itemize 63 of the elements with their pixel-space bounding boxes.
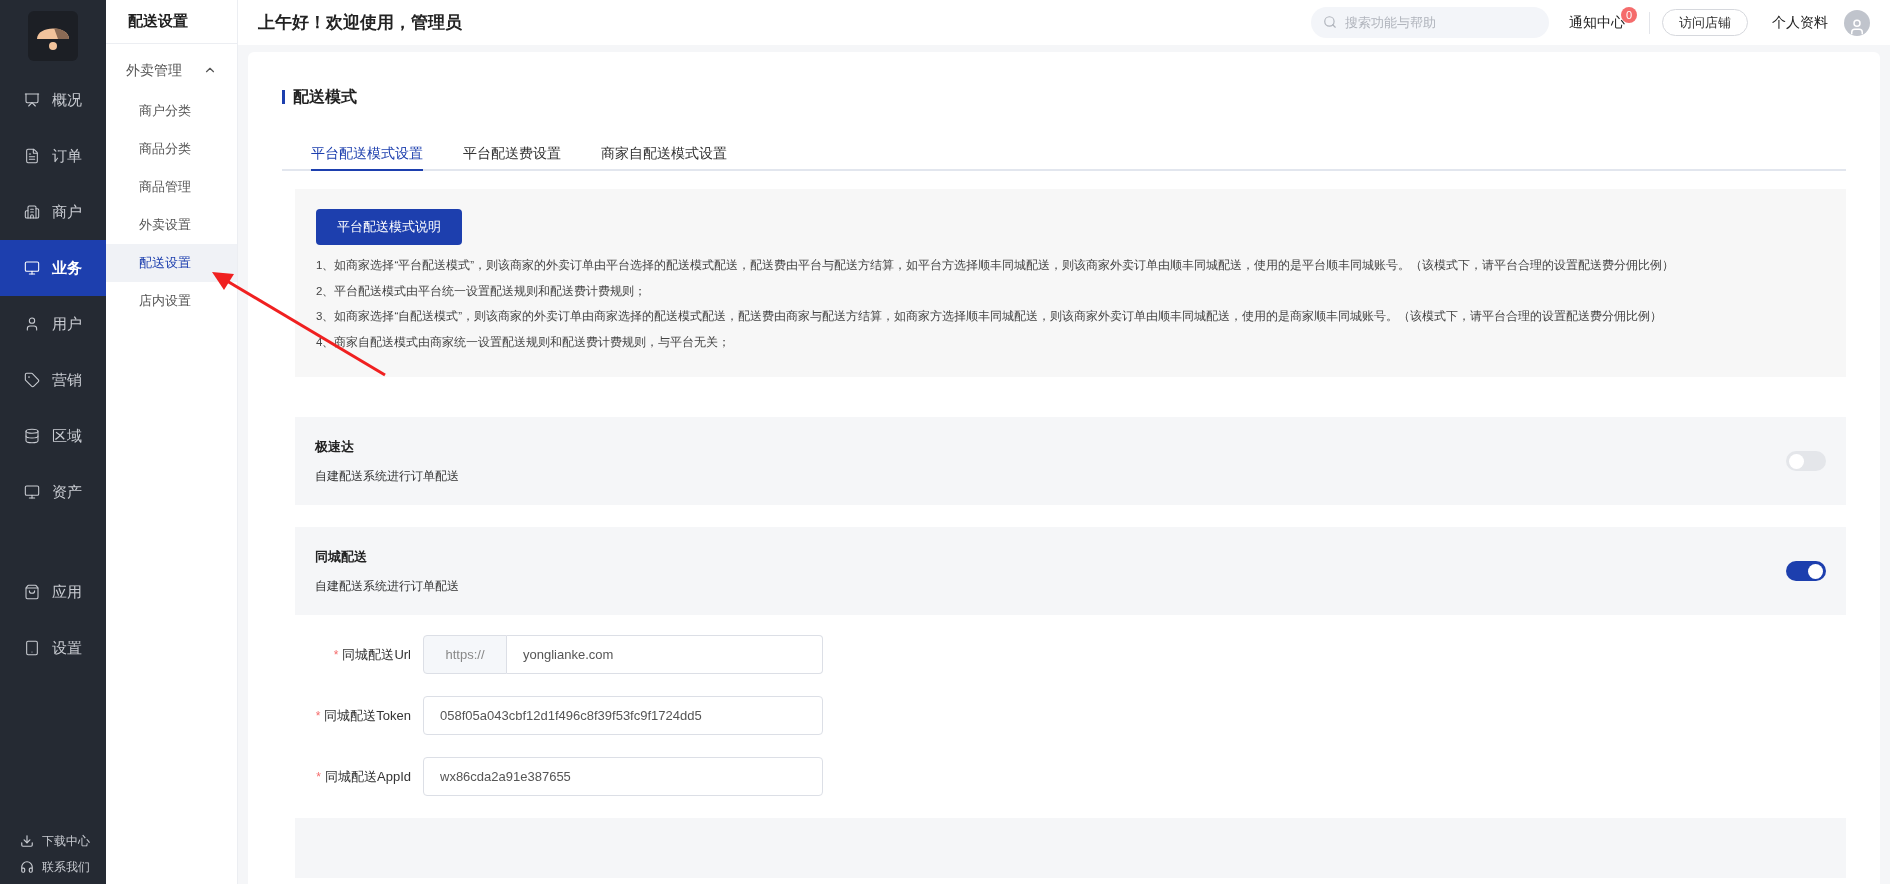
field-label: 同城配送AppId bbox=[325, 767, 411, 786]
greeting: 上午好！欢迎使用，管理员 bbox=[258, 11, 462, 34]
avatar[interactable] bbox=[1844, 9, 1870, 36]
search-icon bbox=[1322, 15, 1337, 29]
presentation-board-icon bbox=[24, 92, 40, 108]
profile-link[interactable]: 个人资料 bbox=[1772, 12, 1828, 33]
mode-info-button[interactable]: 平台配送模式说明 bbox=[316, 209, 462, 245]
submenu-item[interactable]: 外卖设置 bbox=[106, 206, 237, 244]
tag-icon bbox=[24, 372, 40, 388]
service-name: 同城配送 bbox=[315, 548, 368, 567]
building-icon bbox=[24, 204, 40, 220]
submenu-item[interactable]: 商品分类 bbox=[106, 130, 237, 168]
monitor-icon bbox=[24, 260, 40, 276]
toggle-switch[interactable] bbox=[1786, 561, 1826, 581]
tablet-icon bbox=[24, 640, 40, 656]
download-icon bbox=[20, 834, 34, 848]
input-field[interactable]: yonglianke.com bbox=[507, 635, 823, 674]
info-text: 3、如商家选择“自配送模式”，则该商家的外卖订单由商家选择的配送模式配送，配送费由商家与配送方结算，如商家方选择顺丰同城配送，则该商家外卖订单由顺丰同城配送，使用的是商家顺丰同城账号。（该模式下，请平台合理的设置配送费分佣比例） bbox=[316, 309, 1664, 324]
nav-item[interactable]: 业务 bbox=[0, 240, 106, 296]
database-icon bbox=[24, 428, 40, 444]
menu-group[interactable]: 外卖管理 bbox=[106, 48, 237, 92]
nav-item[interactable]: 用户 bbox=[0, 296, 106, 352]
footer-link[interactable]: 下载中心 bbox=[0, 828, 106, 854]
submenu-item[interactable]: 配送设置 bbox=[106, 244, 237, 282]
mushroom-logo-icon bbox=[28, 11, 78, 61]
nav-item[interactable]: 资产 bbox=[0, 464, 106, 520]
required-asterisk: * bbox=[315, 707, 321, 725]
input-field[interactable]: 058f05a043cbf12d1f496c8f39f53fc9f1724dd5 bbox=[423, 696, 823, 735]
nav-item[interactable]: 区域 bbox=[0, 408, 106, 464]
info-text: 2、平台配送模式由平台统一设置配送规则和配送费计费规则； bbox=[316, 283, 648, 299]
required-asterisk: * bbox=[333, 646, 339, 664]
submenu-item[interactable]: 商户分类 bbox=[106, 92, 237, 130]
nav-item[interactable]: 应用 bbox=[0, 564, 106, 620]
toggle-switch[interactable] bbox=[1786, 451, 1826, 471]
info-text: 1、如商家选择“平台配送模式”，则该商家的外卖订单由平台选择的配送模式配送，配送费由平台与配送方结算，如平台方选择顺丰同城配送，则该商家外卖订单由顺丰同城配送，使用的是平台顺丰同城账号。（该模式下，请平台合理的设置配送费分佣比例） bbox=[316, 258, 1676, 273]
required-asterisk: * bbox=[316, 768, 321, 786]
nav-item[interactable]: 订单 bbox=[0, 128, 106, 184]
tab[interactable]: 平台配送模式设置 bbox=[311, 137, 423, 171]
section-title: 配送模式 bbox=[293, 87, 357, 107]
document-icon bbox=[24, 148, 40, 164]
user-icon bbox=[24, 316, 40, 332]
nav-item[interactable]: 商户 bbox=[0, 184, 106, 240]
input-field[interactable]: wx86cda2a91e387655 bbox=[423, 757, 823, 796]
nav-item[interactable]: 营销 bbox=[0, 352, 106, 408]
url-prefix: https:// bbox=[423, 635, 507, 674]
service-description: 自建配送系统进行订单配送 bbox=[315, 577, 459, 595]
headphones-icon bbox=[20, 860, 34, 874]
search-field[interactable]: 搜索功能与帮助 bbox=[1310, 7, 1549, 38]
user-silhouette-icon bbox=[1848, 17, 1866, 36]
field-label: 同城配送Token bbox=[324, 706, 411, 725]
monitor-icon bbox=[24, 484, 40, 500]
nav-item[interactable]: 设置 bbox=[0, 620, 106, 676]
field-label: 同城配送Url bbox=[342, 645, 411, 664]
sub-sidebar-title: 配送设置 bbox=[106, 0, 237, 44]
tab[interactable]: 商家自配送模式设置 bbox=[601, 137, 727, 171]
service-name: 极速达 bbox=[315, 438, 355, 457]
bag-icon bbox=[24, 584, 40, 600]
submenu-item[interactable]: 店内设置 bbox=[106, 282, 237, 320]
tab[interactable]: 平台配送费设置 bbox=[463, 137, 561, 171]
service-description: 自建配送系统进行订单配送 bbox=[315, 467, 459, 485]
nav-item[interactable]: 概况 bbox=[0, 72, 106, 128]
submenu-item[interactable]: 商品管理 bbox=[106, 168, 237, 206]
footer-link[interactable]: 联系我们 bbox=[0, 854, 106, 880]
